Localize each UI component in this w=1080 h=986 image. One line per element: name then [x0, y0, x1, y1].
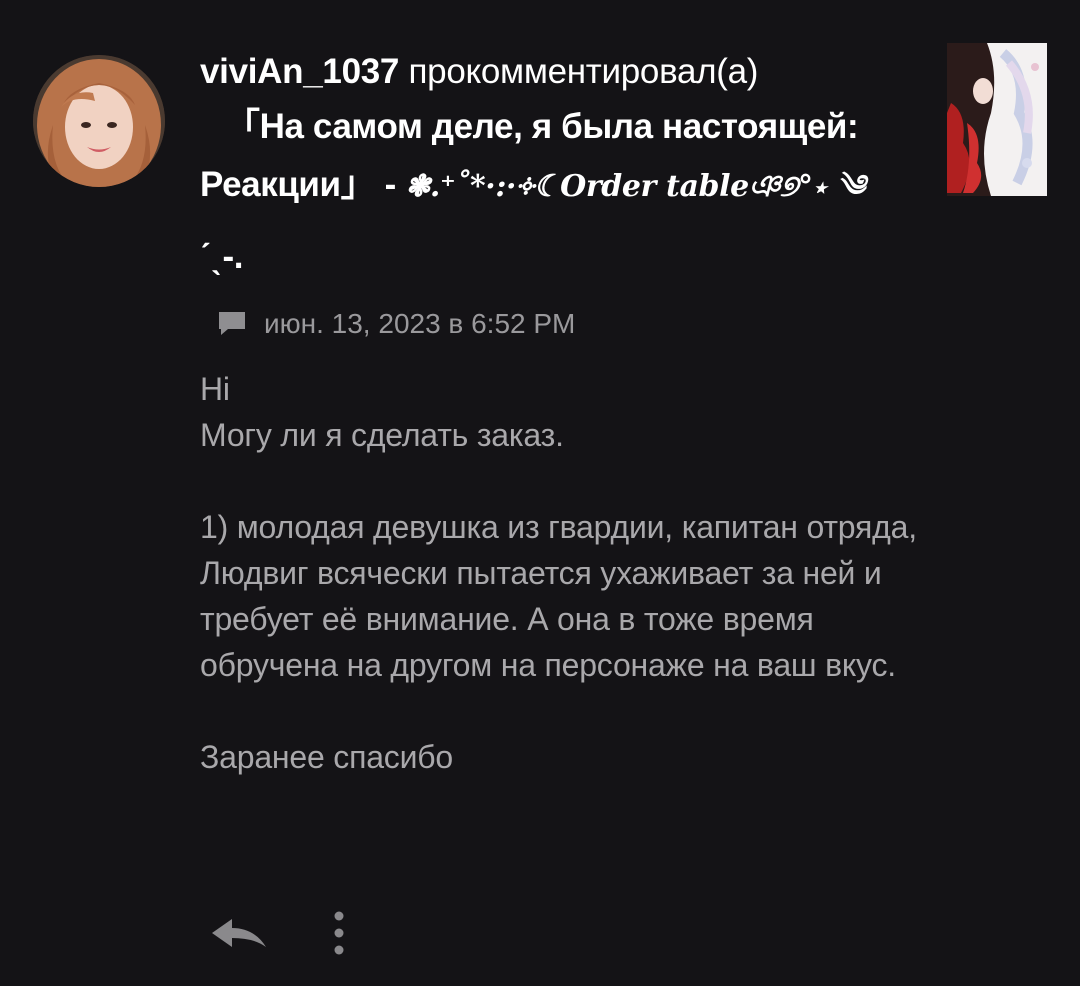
comment-meta: июн. 13, 2023 в 6:52 PM — [218, 308, 575, 340]
post-title-suffix: ঞ୭°⋆ ༄ — [748, 169, 865, 204]
post-title-line-2: Реакции」 - ❃.⁺˚*·:·༓☾Order tableঞ୭°⋆ ༄ — [200, 156, 920, 216]
user-avatar[interactable] — [33, 55, 165, 187]
header-line: viviAn_1037 прокомментировал(а) — [200, 50, 920, 94]
body-line-order: Могу ли я сделать заказ. — [200, 417, 564, 453]
comment-actions — [208, 910, 346, 956]
body-line-hi: Hi — [200, 371, 230, 407]
comment-body: Hi Могу ли я сделать заказ. 1) молодая д… — [200, 366, 920, 780]
comment-header: viviAn_1037 прокомментировал(а) 「На само… — [200, 50, 920, 286]
comment-date: июн. 13, 2023 в 6:52 PM — [264, 308, 576, 339]
more-vertical-icon[interactable] — [332, 910, 346, 956]
body-paragraph-1: 1) молодая девушка из гвардии, капитан о… — [200, 509, 917, 683]
post-thumbnail[interactable] — [947, 43, 1047, 196]
post-title-link[interactable]: 「На самом деле, я была настоящей: Реакци… — [200, 98, 920, 286]
chat-bubble-icon — [219, 312, 245, 335]
action-text: прокомментировал(а) — [408, 52, 759, 91]
post-title-line-1: 「На самом деле, я была настоящей: — [225, 107, 859, 146]
post-title-decoration: ❃.⁺˚*·:·༓☾Order table — [405, 169, 749, 204]
post-title-line-3: ˊˎ-. — [200, 237, 244, 276]
post-title-prefix: Реакции」 - — [200, 165, 406, 204]
reply-icon[interactable] — [208, 913, 270, 953]
username-link[interactable]: viviAn_1037 — [200, 52, 399, 91]
body-closing: Заранее спасибо — [200, 739, 454, 775]
